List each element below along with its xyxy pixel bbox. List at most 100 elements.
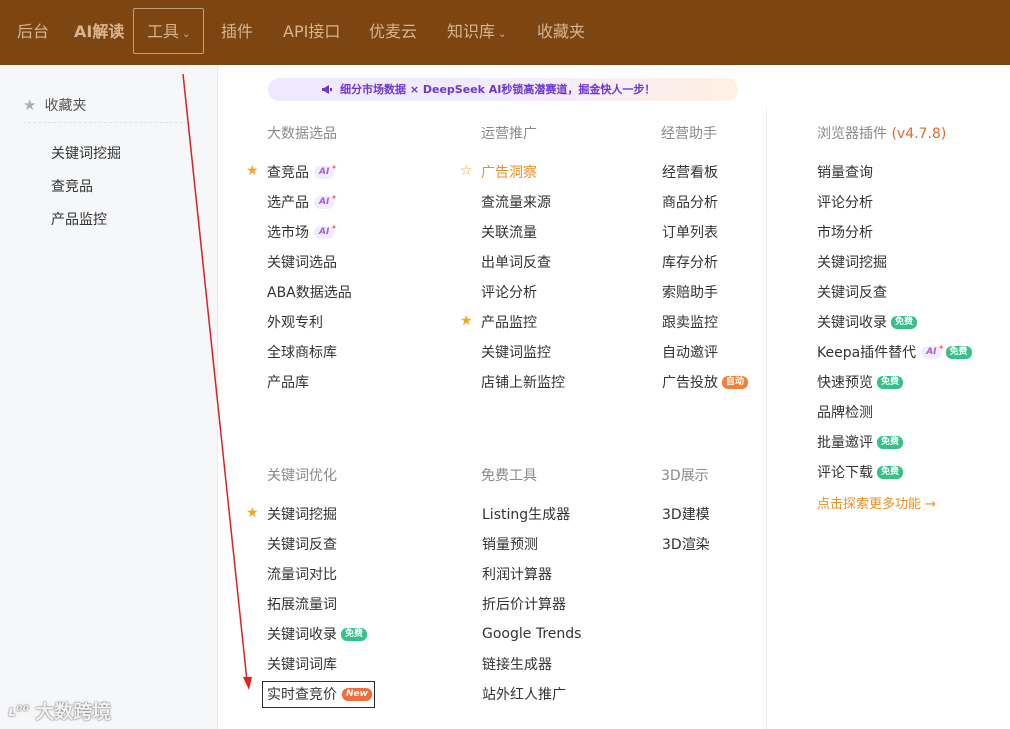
menu-item-link-generator[interactable]: 链接生成器 <box>482 654 552 674</box>
menu-item-label: 选市场 <box>267 225 309 241</box>
menu-item-sales-query[interactable]: 销量查询 <box>817 162 873 182</box>
menu-item-keyword-monitor[interactable]: 关键词监控 <box>481 342 551 362</box>
menu-item-discount-calculator[interactable]: 折后价计算器 <box>482 594 566 614</box>
menu-item-inventory-analysis[interactable]: 库存分析 <box>662 252 718 272</box>
menu-item-claim-assistant[interactable]: 索赔助手 <box>662 282 718 302</box>
menu-item-traffic-source[interactable]: 查流量来源 <box>481 192 551 212</box>
nav-item-knowledge-base-label: 知识库 <box>447 22 496 41</box>
menu-item-aba-data[interactable]: ABA数据选品 <box>267 282 352 302</box>
explore-more-link[interactable]: 点击探索更多功能 → <box>817 492 936 512</box>
menu-item-product-monitor[interactable]: 产品监控 <box>481 312 537 332</box>
menu-item-dashboard[interactable]: 经营看板 <box>662 162 718 182</box>
nav-item-tools[interactable]: 工具 ⌄ <box>147 20 190 44</box>
nav-item-ai-reading[interactable]: AI解读 <box>74 20 124 44</box>
sidebar-item-competitor-check[interactable]: 查竞品 <box>51 176 93 196</box>
sidebar-divider <box>23 122 188 123</box>
menu-item-influencer-promotion[interactable]: 站外红人推广 <box>482 684 566 704</box>
menu-item-select-product[interactable]: 选产品 AI ✦ <box>267 192 337 212</box>
promo-banner[interactable]: 细分市场数据 × DeepSeek AI秒锁高潜赛道，掘金快人一步！ <box>268 78 738 101</box>
menu-item-hijack-monitor[interactable]: 跟卖监控 <box>662 312 718 332</box>
menu-item-keyword-library[interactable]: 关键词词库 <box>267 654 337 674</box>
menu-item-google-trends[interactable]: Google Trends <box>482 624 581 644</box>
chevron-down-icon: ⌄ <box>182 29 191 40</box>
menu-item-related-traffic[interactable]: 关联流量 <box>481 222 537 242</box>
menu-item-ad-insight[interactable]: 广告洞察 <box>481 162 537 182</box>
menu-item-ad-placement[interactable]: 广告投放 自动 <box>662 372 749 392</box>
menu-item-3d-modeling[interactable]: 3D建模 <box>662 504 710 524</box>
watermark-logo: ʟ⁰⁰ <box>8 701 30 720</box>
menu-item-auto-review-request[interactable]: 自动邀评 <box>662 342 718 362</box>
sidebar-item-product-monitor[interactable]: 产品监控 <box>51 209 107 229</box>
section-title-label: 浏览器插件 <box>817 126 887 142</box>
section-title-browser-plugin: 浏览器插件 (v4.7.8) <box>817 123 946 143</box>
auto-badge: 自动 <box>722 375 749 389</box>
ai-badge: AI ✦ <box>314 193 337 209</box>
nav-item-knowledge-base[interactable]: 知识库 ⌄ <box>447 20 506 44</box>
menu-item-global-trademark[interactable]: 全球商标库 <box>267 342 337 362</box>
megaphone-icon <box>322 85 332 94</box>
menu-item-keyword-mining[interactable]: 关键词挖掘 <box>267 504 337 524</box>
ai-badge: AI ✦ <box>314 163 337 179</box>
menu-item-order-keyword-reverse[interactable]: 出单词反查 <box>481 252 551 272</box>
menu-item-3d-rendering[interactable]: 3D渲染 <box>662 534 710 554</box>
sidebar-item-keyword-mining[interactable]: 关键词挖掘 <box>51 143 121 163</box>
star-icon: ★ <box>23 96 37 114</box>
menu-item-order-list[interactable]: 订单列表 <box>662 222 718 242</box>
menu-item-batch-review-request[interactable]: 批量邀评 免费 <box>817 432 904 452</box>
star-icon: ★ <box>460 313 473 329</box>
section-title-marketing: 运营推广 <box>481 126 537 142</box>
section-title-keyword-optimization: 关键词优化 <box>267 468 337 484</box>
menu-item-select-market[interactable]: 选市场 AI ✦ <box>267 222 337 242</box>
star-outline-icon: ☆ <box>460 163 473 179</box>
nav-item-plugins[interactable]: 插件 <box>221 20 253 44</box>
menu-item-keepa-alternative[interactable]: Keepa插件替代 AI ✦ 免费 <box>817 342 972 362</box>
menu-item-keyword-product[interactable]: 关键词选品 <box>267 252 337 272</box>
menu-item-competitor-check[interactable]: 查竞品 AI ✦ <box>267 162 337 182</box>
menu-item-keyword-reverse-plugin[interactable]: 关键词反查 <box>817 282 887 302</box>
menu-item-traffic-keyword-compare[interactable]: 流量词对比 <box>267 564 337 584</box>
menu-item-review-analysis-plugin[interactable]: 评论分析 <box>817 192 873 212</box>
menu-item-product-library[interactable]: 产品库 <box>267 372 309 392</box>
section-title-big-data: 大数据选品 <box>267 126 337 142</box>
menu-item-label: 评论下载 <box>817 465 873 481</box>
menu-item-sales-forecast[interactable]: 销量预测 <box>482 534 538 554</box>
menu-item-label: 查竞品 <box>267 165 309 181</box>
favorites-title-label: 收藏夹 <box>44 98 87 114</box>
menu-item-label: Keepa插件替代 <box>817 345 917 361</box>
menu-item-profit-calculator[interactable]: 利润计算器 <box>482 564 552 584</box>
menu-item-keyword-reverse[interactable]: 关键词反查 <box>267 534 337 554</box>
free-badge: 免费 <box>945 345 972 359</box>
ai-badge: AI ✦ <box>314 223 337 239</box>
menu-item-keyword-mining-plugin[interactable]: 关键词挖掘 <box>817 252 887 272</box>
menu-item-store-new-monitor[interactable]: 店铺上新监控 <box>481 372 565 392</box>
menu-item-expand-traffic-keywords[interactable]: 拓展流量词 <box>267 594 337 614</box>
menu-item-label: 关键词收录 <box>267 627 337 643</box>
brand-watermark: ʟ⁰⁰ 大数跨境 <box>8 697 111 724</box>
promo-text: 细分市场数据 × DeepSeek AI秒锁高潜赛道，掘金快人一步！ <box>340 83 656 96</box>
favorites-title: ★ 收藏夹 <box>23 95 86 115</box>
nav-item-api[interactable]: API接口 <box>283 20 340 44</box>
nav-item-backend[interactable]: 后台 <box>17 20 49 44</box>
menu-item-quick-preview[interactable]: 快速预览 免费 <box>817 372 904 392</box>
favorites-sidebar: ★ 收藏夹 关键词挖掘 查竞品 产品监控 <box>0 65 218 729</box>
star-icon: ★ <box>246 505 259 521</box>
free-badge: 免费 <box>877 435 904 449</box>
free-badge: 免费 <box>341 627 368 641</box>
menu-item-market-analysis[interactable]: 市场分析 <box>817 222 873 242</box>
free-badge: 免费 <box>877 375 904 389</box>
menu-item-label: 批量邀评 <box>817 435 873 451</box>
menu-item-keyword-index-plugin[interactable]: 关键词收录 免费 <box>817 312 918 332</box>
menu-item-keyword-index[interactable]: 关键词收录 免费 <box>267 624 368 644</box>
nav-item-favorites[interactable]: 收藏夹 <box>537 20 585 44</box>
menu-item-design-patent[interactable]: 外观专利 <box>267 312 323 332</box>
nav-item-youmaiyun[interactable]: 优麦云 <box>369 20 417 44</box>
menu-item-product-analysis[interactable]: 商品分析 <box>662 192 718 212</box>
nav-item-tools-label: 工具 <box>147 22 180 41</box>
menu-item-listing-generator[interactable]: Listing生成器 <box>482 504 570 524</box>
menu-item-review-download[interactable]: 评论下载 免费 <box>817 462 904 482</box>
plugin-version: (v4.7.8) <box>891 126 947 142</box>
menu-item-brand-detection[interactable]: 品牌检测 <box>817 402 873 422</box>
menu-item-label: 关键词收录 <box>817 315 887 331</box>
star-icon: ★ <box>246 163 259 179</box>
menu-item-review-analysis[interactable]: 评论分析 <box>481 282 537 302</box>
